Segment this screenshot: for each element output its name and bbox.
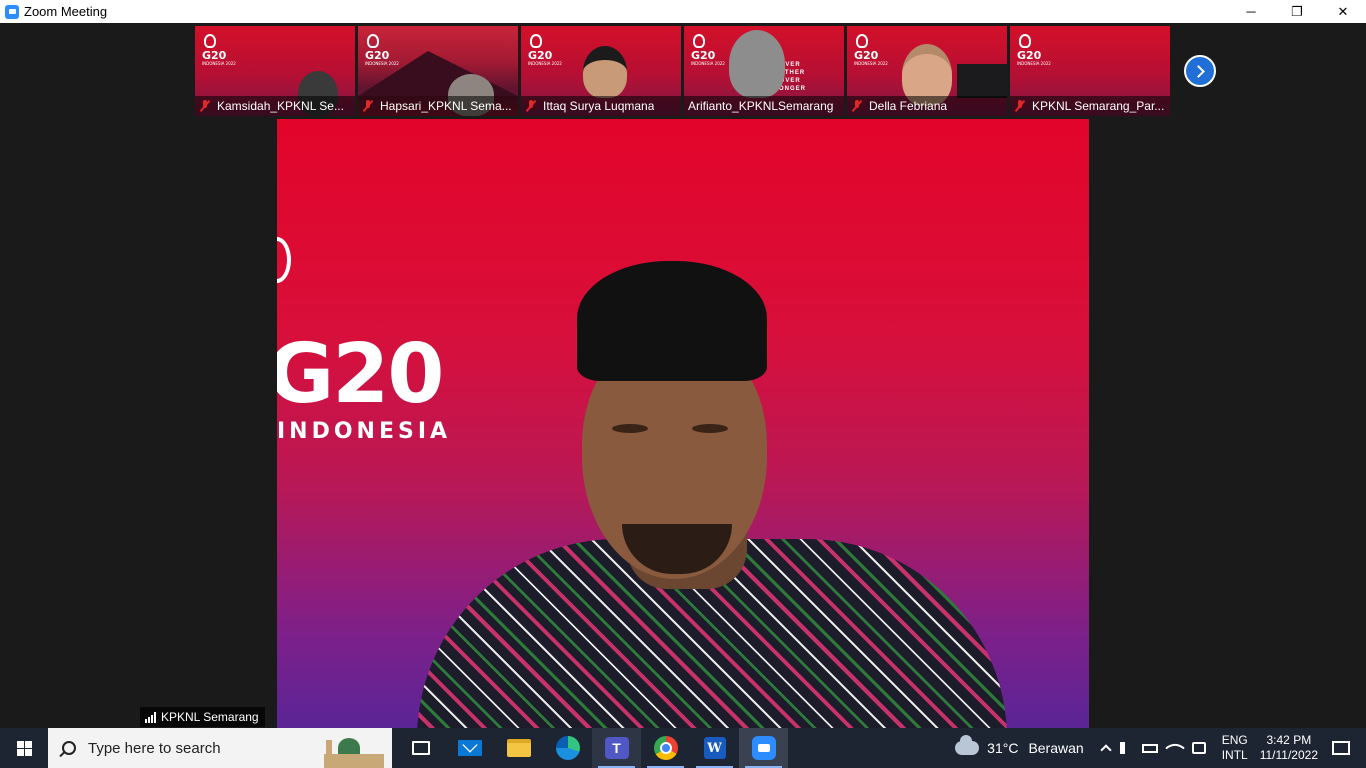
participant-name: Ittaq Surya Luqmana (543, 99, 655, 113)
participant-name-bar: Kamsidah_KPKNL Se... (195, 96, 355, 116)
participant-tile[interactable]: G20 INDONESIA 2022 Kamsidah_KPKNL Se... (195, 26, 355, 116)
search-highlight-mosque-icon (318, 734, 388, 768)
minimize-button[interactable]: ─ (1228, 0, 1274, 23)
chevron-right-icon (1191, 64, 1205, 78)
speaker-eye (612, 424, 648, 433)
notification-center-icon[interactable] (1332, 741, 1350, 755)
cloud-icon (955, 735, 980, 755)
g20-logo: G20 INDONESIA 2022 (691, 34, 725, 66)
participant-tile[interactable]: G20 INDONESIA 2022 KPKNL Semarang_Par... (1010, 26, 1170, 116)
g20-logo: G20 INDONESIA 2022 (854, 34, 888, 66)
participant-name: Della Febriana (869, 99, 948, 113)
network-status-icon[interactable] (1191, 742, 1206, 754)
weather-widget[interactable]: 31°C Berawan (955, 735, 1084, 756)
show-hidden-icons-chevron-icon[interactable] (1100, 744, 1112, 756)
file-explorer-button[interactable] (494, 728, 543, 768)
participant-name-bar: Arifianto_KPKNLSemarang (684, 96, 844, 116)
participant-name: Arifianto_KPKNLSemarang (688, 99, 834, 113)
restore-button[interactable]: ❐ (1274, 0, 1320, 23)
next-page-button[interactable] (1184, 55, 1216, 87)
participant-name-bar: Ittaq Surya Luqmana (521, 96, 681, 116)
weather-temperature: 31°C (987, 740, 1019, 756)
word-app-button[interactable]: W (690, 728, 739, 768)
participant-tile[interactable]: G20INDONESIA 2022 RECOVER TOGETHER RECOV… (684, 26, 844, 116)
g20-background-logo: G20 (277, 327, 444, 422)
meeting-area: G20 INDONESIA 2022 Kamsidah_KPKNL Se... G… (0, 23, 1366, 728)
edge-browser-button[interactable] (543, 728, 592, 768)
zoom-app-button[interactable] (739, 728, 788, 768)
edge-icon (555, 736, 580, 760)
participant-gallery-strip: G20 INDONESIA 2022 Kamsidah_KPKNL Se... G… (195, 26, 1170, 116)
mic-muted-icon (525, 100, 537, 112)
participant-room-background (957, 64, 1007, 98)
zoom-icon (751, 736, 776, 760)
chrome-browser-button[interactable] (641, 728, 690, 768)
mic-muted-icon (362, 100, 374, 112)
g20-logo: G20 INDONESIA 2022 (1017, 34, 1051, 66)
participant-name: Kamsidah_KPKNL Se... (217, 99, 344, 113)
teams-app-button[interactable]: T (592, 728, 641, 768)
mic-muted-icon (851, 100, 863, 112)
word-icon: W (703, 737, 726, 759)
window-title-bar[interactable]: Zoom Meeting ─ ❐ ✕ (0, 0, 1366, 23)
mic-muted-icon (199, 100, 211, 112)
mail-app-button[interactable] (445, 728, 494, 768)
taskbar-clock[interactable]: 3:42 PM 11/11/2022 (1260, 733, 1318, 763)
speaker-name-label: KPKNL Semarang (140, 707, 265, 727)
mail-icon (457, 740, 482, 756)
participant-name-bar: Della Febriana (847, 96, 1007, 116)
participant-name-bar: KPKNL Semarang_Par... (1010, 96, 1170, 116)
speaker-cap (577, 261, 767, 381)
connection-signal-icon (145, 711, 156, 723)
g20-logo: G20 INDONESIA 2022 (202, 34, 236, 66)
task-view-icon (411, 741, 430, 755)
g20-logo: G20 INDONESIA 2022 (528, 34, 562, 66)
windows-logo-icon (16, 740, 32, 756)
taskbar-search-box[interactable] (48, 728, 392, 768)
weather-description: Berawan (1028, 740, 1084, 756)
participant-video-person (729, 30, 785, 98)
teams-icon: T (604, 737, 629, 759)
search-icon (62, 741, 76, 755)
clock-time: 3:42 PM (1266, 733, 1312, 747)
participant-tile[interactable]: G20 INDONESIA 2022 Hapsari_KPKNL Sema... (358, 26, 518, 116)
clock-date: 11/11/2022 (1259, 748, 1318, 762)
volume-icon[interactable] (1119, 742, 1132, 754)
window-title: Zoom Meeting (24, 4, 108, 19)
active-speaker-video[interactable]: G20 INDONESIA (277, 119, 1089, 728)
mic-muted-icon (1014, 100, 1026, 112)
participant-tile[interactable]: G20 INDONESIA 2022 Della Febriana (847, 26, 1007, 116)
chrome-icon (653, 736, 678, 760)
task-view-button[interactable] (396, 728, 445, 768)
start-button[interactable] (0, 728, 48, 768)
zoom-app-icon (5, 4, 19, 19)
wifi-icon[interactable] (1164, 738, 1185, 758)
participant-video-person (583, 46, 627, 98)
participant-tile[interactable]: G20 INDONESIA 2022 Ittaq Surya Luqmana (521, 26, 681, 116)
g20-logo: G20 INDONESIA 2022 (365, 34, 399, 66)
close-button[interactable]: ✕ (1320, 0, 1366, 23)
participant-name-bar: Hapsari_KPKNL Sema... (358, 96, 518, 116)
windows-taskbar: T W 31°C Berawan ENG INTL 3:42 PM 11/11/… (0, 728, 1366, 768)
participant-name: Hapsari_KPKNL Sema... (380, 99, 512, 113)
battery-icon[interactable] (1141, 743, 1158, 753)
speaker-name: KPKNL Semarang (161, 710, 259, 724)
speaker-eye (692, 424, 728, 433)
search-input[interactable] (88, 739, 308, 757)
g20-background-subtitle: INDONESIA (277, 419, 452, 444)
language-code: ENG (1221, 733, 1248, 747)
participant-name: KPKNL Semarang_Par... (1032, 99, 1165, 113)
system-tray: 31°C Berawan ENG INTL 3:42 PM 11/11/2022 (955, 728, 1366, 768)
folder-icon (506, 739, 531, 757)
input-language-indicator[interactable]: ENG INTL (1222, 733, 1248, 763)
g20-emblem-background (277, 237, 291, 283)
keyboard-layout: INTL (1221, 748, 1248, 762)
